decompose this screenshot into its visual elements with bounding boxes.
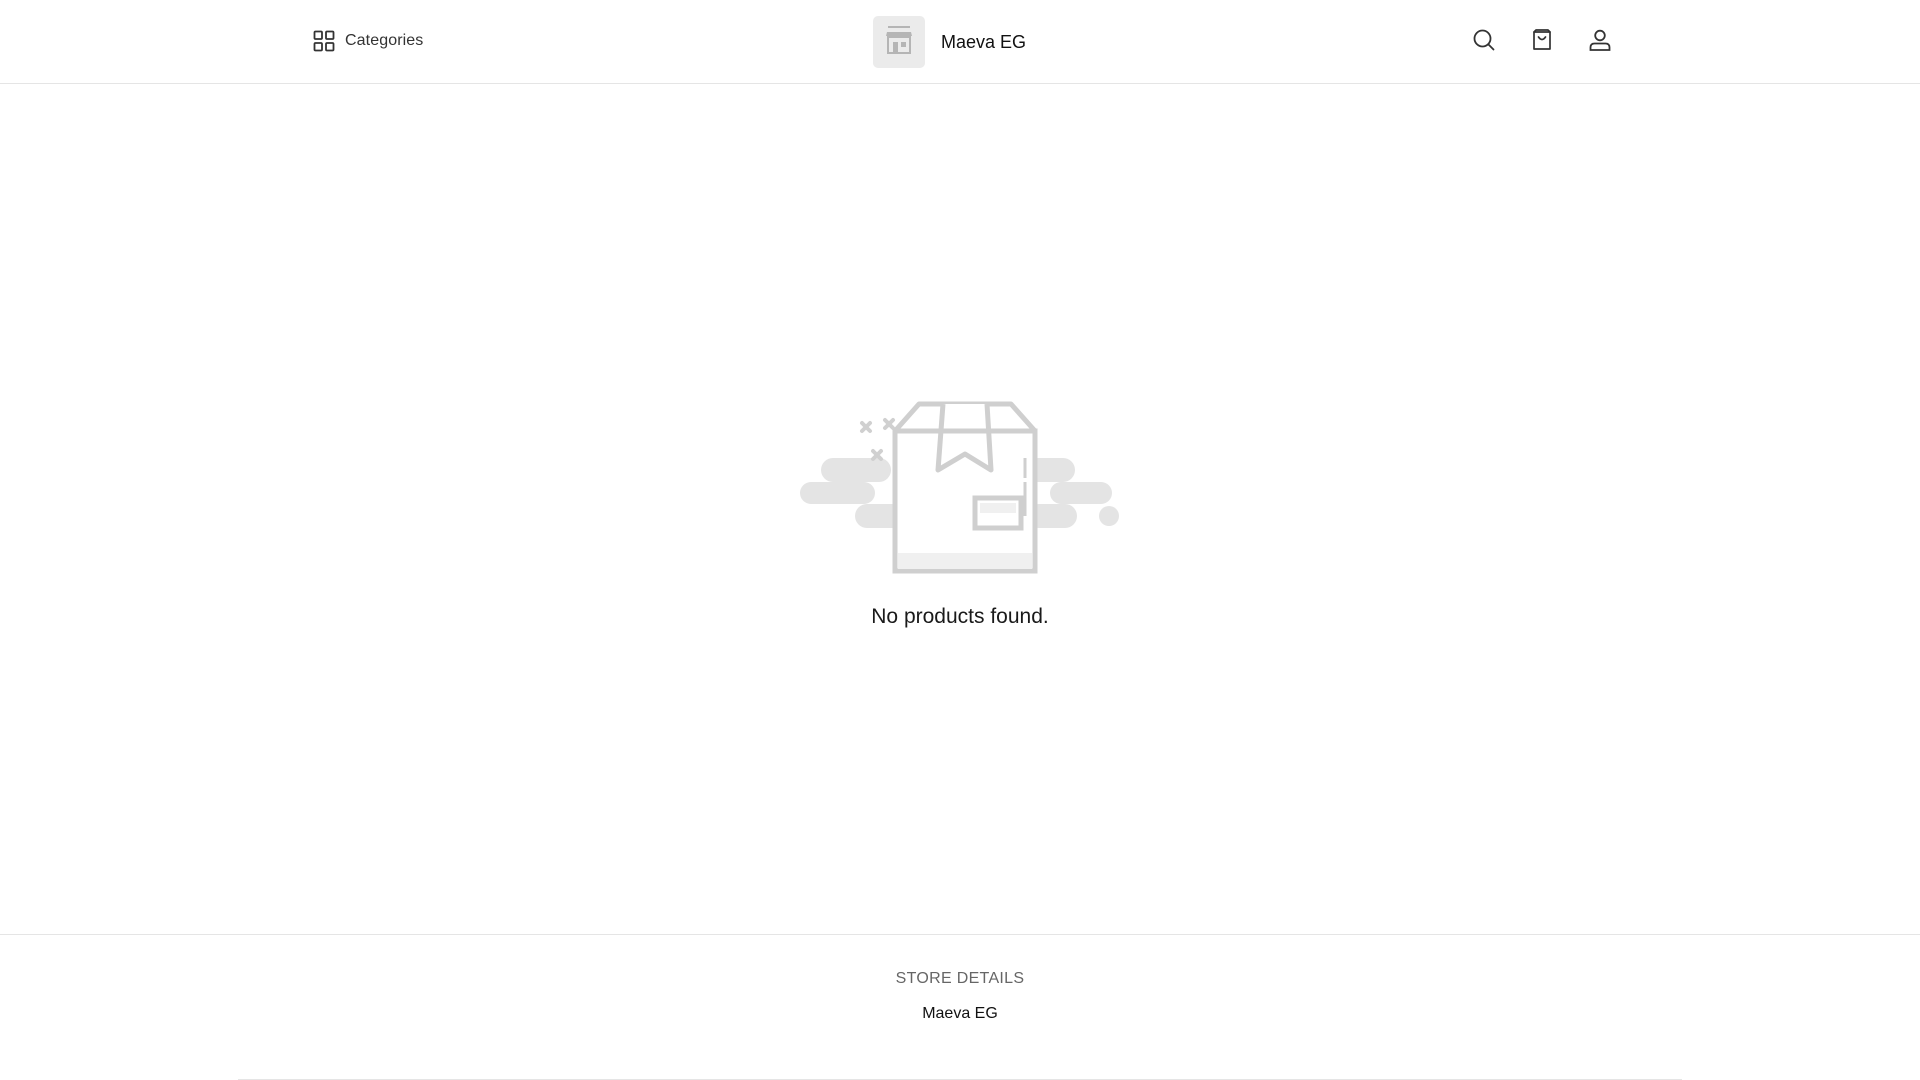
site-footer: STORE DETAILS Maeva EG — [0, 934, 1920, 1080]
search-icon — [1473, 29, 1495, 56]
empty-state-message: No products found. — [871, 605, 1049, 628]
store-icon — [883, 24, 915, 61]
categories-button[interactable]: Categories — [313, 30, 423, 52]
store-name: Maeva EG — [941, 31, 1027, 52]
account-button[interactable] — [1588, 29, 1612, 56]
grid-icon — [313, 30, 335, 52]
shopping-bag-icon — [1532, 28, 1552, 56]
store-logo — [873, 16, 925, 68]
header-actions — [1472, 28, 1612, 56]
main-content: No products found. — [0, 85, 1920, 934]
footer-heading: STORE DETAILS — [895, 970, 1025, 987]
search-button[interactable] — [1472, 29, 1496, 56]
cart-button[interactable] — [1530, 28, 1554, 56]
categories-label: Categories — [345, 32, 424, 49]
user-icon — [1589, 29, 1611, 56]
empty-box-icon — [795, 398, 1125, 588]
footer-store-name: Maeva EG — [922, 1005, 998, 1022]
store-brand[interactable]: Maeva EG — [873, 16, 1026, 68]
site-header: Categories Maeva EG — [0, 0, 1920, 84]
